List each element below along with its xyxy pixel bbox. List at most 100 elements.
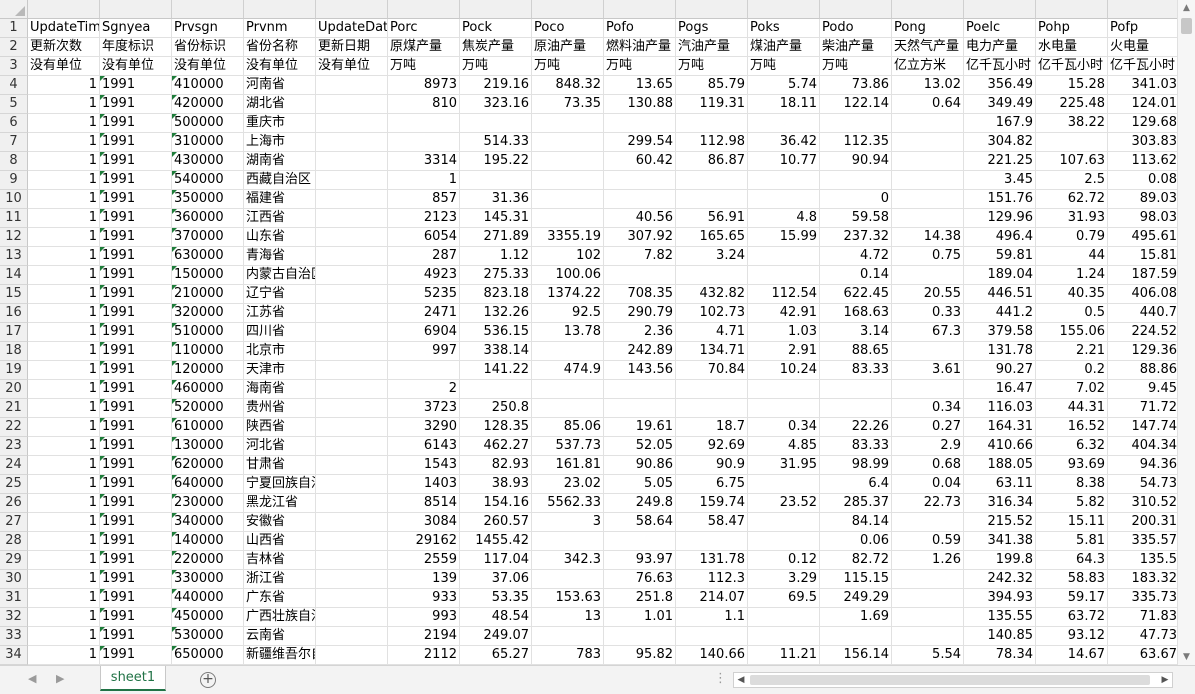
cell[interactable]: [676, 380, 748, 399]
cell[interactable]: 249.29: [820, 589, 892, 608]
cell[interactable]: 1374.22: [532, 285, 604, 304]
cell[interactable]: 1: [28, 228, 100, 247]
cell[interactable]: 159.74: [676, 494, 748, 513]
row-header[interactable]: 20: [0, 380, 28, 399]
row-header[interactable]: 8: [0, 152, 28, 171]
cell[interactable]: [316, 380, 388, 399]
cell[interactable]: 73.86: [820, 76, 892, 95]
row-header[interactable]: 9: [0, 171, 28, 190]
cell[interactable]: [748, 608, 820, 627]
cell[interactable]: 145.31: [460, 209, 532, 228]
cell[interactable]: 38.93: [460, 475, 532, 494]
cell[interactable]: 356.49: [964, 76, 1036, 95]
row-header[interactable]: 17: [0, 323, 28, 342]
cell[interactable]: [748, 190, 820, 209]
cell[interactable]: 251.8: [604, 589, 676, 608]
cell[interactable]: 250.8: [460, 399, 532, 418]
cell[interactable]: [892, 627, 964, 646]
cell[interactable]: 82.93: [460, 456, 532, 475]
cell[interactable]: 更新日期: [316, 38, 388, 57]
row-header[interactable]: 6: [0, 114, 28, 133]
cell[interactable]: 214.07: [676, 589, 748, 608]
cell[interactable]: 225.48: [1036, 95, 1108, 114]
cell[interactable]: [748, 247, 820, 266]
cell[interactable]: Prvnm: [244, 19, 316, 38]
cell[interactable]: 贵州省: [244, 399, 316, 418]
select-all-corner[interactable]: [0, 0, 28, 19]
cell[interactable]: Pofp: [1108, 19, 1177, 38]
column-header[interactable]: [28, 0, 100, 19]
cell[interactable]: 8514: [388, 494, 460, 513]
cell[interactable]: 341.38: [964, 532, 1036, 551]
cell[interactable]: 1991: [100, 646, 172, 665]
cell[interactable]: 1: [28, 399, 100, 418]
cell[interactable]: 0.34: [748, 418, 820, 437]
cell[interactable]: [316, 133, 388, 152]
cell[interactable]: 安徽省: [244, 513, 316, 532]
cell[interactable]: 0.5: [1036, 304, 1108, 323]
column-header[interactable]: [532, 0, 604, 19]
cell[interactable]: [820, 627, 892, 646]
cell[interactable]: 5562.33: [532, 494, 604, 513]
cell[interactable]: 4.8: [748, 209, 820, 228]
cell[interactable]: [532, 399, 604, 418]
cell[interactable]: 湖北省: [244, 95, 316, 114]
spreadsheet-grid[interactable]: 1 UpdateTim Sgnyea Prvsgn Prvnm UpdateDat Porc…: [0, 0, 1177, 665]
cell[interactable]: 3355.19: [532, 228, 604, 247]
cell[interactable]: [316, 551, 388, 570]
cell[interactable]: [316, 247, 388, 266]
cell[interactable]: 新疆维吾尔自治区: [244, 646, 316, 665]
cell[interactable]: 230000: [172, 494, 244, 513]
column-header[interactable]: [388, 0, 460, 19]
cell[interactable]: [316, 114, 388, 133]
cell[interactable]: 1991: [100, 494, 172, 513]
cell[interactable]: 530000: [172, 627, 244, 646]
cell[interactable]: 335.57: [1108, 532, 1177, 551]
cell[interactable]: 13.78: [532, 323, 604, 342]
cell[interactable]: 404.34: [1108, 437, 1177, 456]
cell[interactable]: [388, 114, 460, 133]
cell[interactable]: 189.04: [964, 266, 1036, 285]
cell[interactable]: [892, 114, 964, 133]
cell[interactable]: [460, 380, 532, 399]
cell[interactable]: 147.74: [1108, 418, 1177, 437]
cell[interactable]: 0.64: [892, 95, 964, 114]
cell[interactable]: 1: [28, 456, 100, 475]
cell[interactable]: [748, 399, 820, 418]
cell[interactable]: 1: [28, 247, 100, 266]
cell[interactable]: 0: [820, 190, 892, 209]
cell[interactable]: 1991: [100, 95, 172, 114]
cell[interactable]: [316, 285, 388, 304]
scroll-up-icon[interactable]: ▲: [1178, 0, 1195, 16]
cell[interactable]: 1991: [100, 76, 172, 95]
cell[interactable]: 6143: [388, 437, 460, 456]
cell[interactable]: [316, 95, 388, 114]
cell[interactable]: 5.05: [604, 475, 676, 494]
cell[interactable]: 18.7: [676, 418, 748, 437]
cell[interactable]: 1: [28, 627, 100, 646]
cell[interactable]: 154.16: [460, 494, 532, 513]
cell[interactable]: 98.99: [820, 456, 892, 475]
cell[interactable]: 万吨: [532, 57, 604, 76]
cell[interactable]: 亿千瓦小时: [1036, 57, 1108, 76]
cell[interactable]: 3290: [388, 418, 460, 437]
cell[interactable]: 1991: [100, 114, 172, 133]
cell[interactable]: 1543: [388, 456, 460, 475]
row-header[interactable]: 10: [0, 190, 28, 209]
cell[interactable]: 0.79: [1036, 228, 1108, 247]
column-header[interactable]: [676, 0, 748, 19]
cell[interactable]: 6054: [388, 228, 460, 247]
cell[interactable]: 500000: [172, 114, 244, 133]
row-header[interactable]: 29: [0, 551, 28, 570]
column-header[interactable]: [172, 0, 244, 19]
cell[interactable]: [316, 646, 388, 665]
cell[interactable]: [316, 171, 388, 190]
cell[interactable]: 天然气产量: [892, 38, 964, 57]
cell[interactable]: 0.33: [892, 304, 964, 323]
row-header[interactable]: 19: [0, 361, 28, 380]
cell[interactable]: [748, 171, 820, 190]
cell[interactable]: 70.84: [676, 361, 748, 380]
cell[interactable]: [604, 399, 676, 418]
cell[interactable]: 29162: [388, 532, 460, 551]
cell[interactable]: [676, 190, 748, 209]
